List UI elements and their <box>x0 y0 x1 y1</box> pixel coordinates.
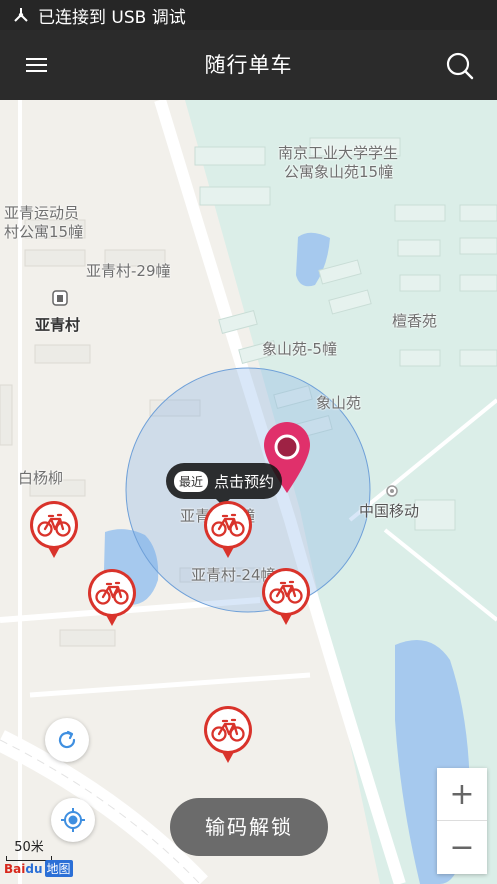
reserve-tooltip[interactable]: 最近 点击预约 <box>166 463 282 506</box>
map-label-yaqing-staff-2: 村公寓15幢 <box>4 223 84 241</box>
bicycle-icon[interactable] <box>202 500 254 560</box>
zoom-controls: + − <box>437 768 487 874</box>
refresh-icon <box>58 730 76 749</box>
map-label-nanjing-campus: 南京工业大学学生 <box>278 144 399 162</box>
refresh-button[interactable] <box>45 718 89 762</box>
map-label-yaqing-staff: 亚青运动员 <box>4 204 80 222</box>
zoom-in-button[interactable]: + <box>437 768 487 821</box>
map-label-nanjing-campus-2: 公寓象山苑15幢 <box>284 163 394 181</box>
logo-map: 地图 <box>44 860 73 877</box>
bicycle-icon[interactable] <box>28 500 80 560</box>
usb-icon <box>14 8 28 22</box>
map-label-yaqing-29: 亚青村-29幢 <box>86 262 171 280</box>
logo-bai: Bai <box>4 861 26 876</box>
reserve-text: 点击预约 <box>214 472 275 491</box>
map-label-xiangshan-5: 象山苑-5幢 <box>262 340 337 358</box>
bicycle-icon[interactable] <box>202 705 254 765</box>
bicycle-icon[interactable] <box>260 567 312 627</box>
search-icon[interactable] <box>444 50 476 82</box>
logo-du: du <box>25 861 43 876</box>
map-label-yaqing: 亚青村 <box>35 316 81 334</box>
locate-icon <box>61 808 85 832</box>
bicycle-icon[interactable] <box>86 568 138 628</box>
page-title: 随行单车 <box>204 53 293 77</box>
code-unlock-button[interactable]: 输码解锁 <box>170 798 328 856</box>
scale-label: 50米 <box>14 840 44 855</box>
map-label-china-mobile: 中国移动 <box>359 502 420 520</box>
map-label-xiangshan: 象山苑 <box>316 394 362 412</box>
map-view[interactable]: 南京工业大学学生 公寓象山苑15幢 亚青运动员 村公寓15幢 亚青村-29幢 亚… <box>0 100 497 884</box>
map-label-tanxiang: 檀香苑 <box>392 312 438 330</box>
baidu-map-logo: Bai du 地图 <box>4 860 73 877</box>
locate-button[interactable] <box>51 798 95 842</box>
nearest-tag: 最近 <box>174 470 209 492</box>
map-scale: 50米 <box>6 836 52 861</box>
zoom-out-button[interactable]: − <box>437 821 487 874</box>
status-bar: 已连接到 USB 调试 <box>0 0 497 30</box>
map-label-baiyangliu: 白杨柳 <box>18 469 64 487</box>
app-bar: 随行单车 <box>0 30 497 100</box>
status-text: 已连接到 USB 调试 <box>38 7 186 28</box>
